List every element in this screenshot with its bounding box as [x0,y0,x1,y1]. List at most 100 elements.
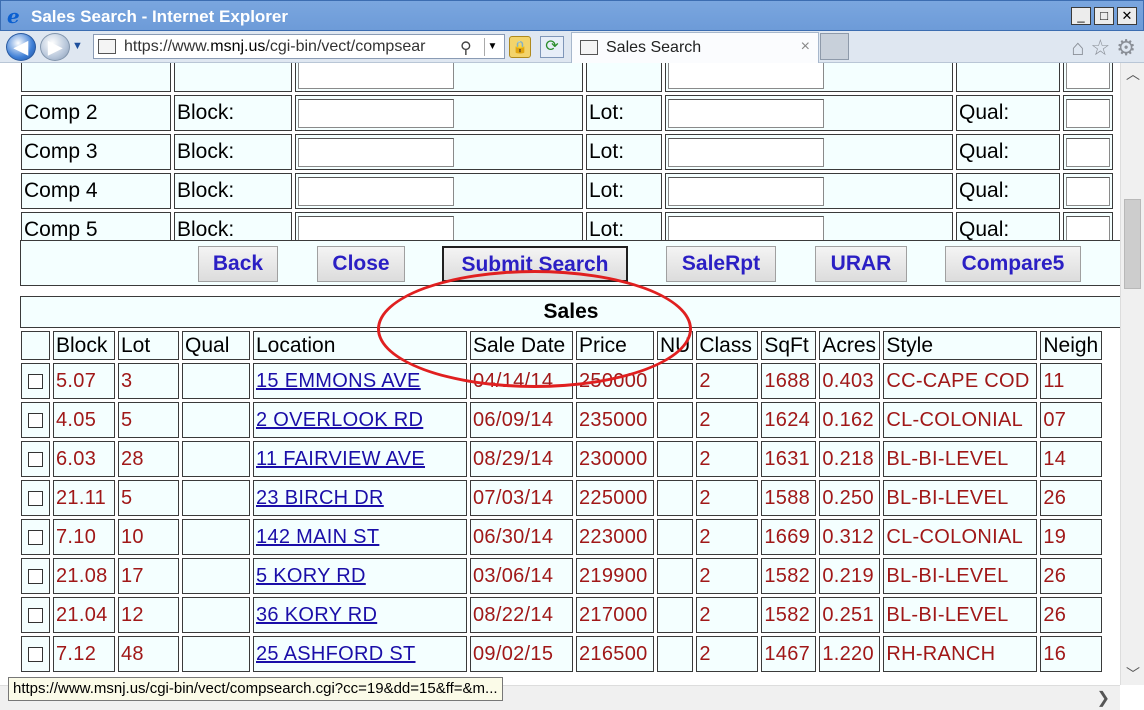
history-dropdown-icon[interactable]: ▼ [72,40,83,52]
address-url[interactable]: https://www.msnj.us/cgi-bin/vect/compsea… [124,38,425,56]
select-cell [21,558,50,594]
back-arrow-icon[interactable]: ◀ [6,33,36,61]
qual-field[interactable] [1066,137,1110,167]
cell-acres: 0.250 [819,480,881,516]
column-header: Sale Date [470,331,573,360]
location-link[interactable]: 23 BIRCH DR [256,487,384,509]
row-checkbox[interactable] [28,490,43,506]
select-cell [21,636,50,672]
cell-class: 2 [696,597,759,633]
location-link[interactable]: 11 FAIRVIEW AVE [256,448,425,470]
cell-lot: 5 [118,402,179,438]
cell-neigh: 26 [1040,558,1103,594]
salerpt-button[interactable]: SaleRpt [666,246,776,282]
qual-field[interactable] [1066,176,1110,206]
cell-sqft: 1688 [761,363,817,399]
vertical-scrollbar[interactable]: ︿ ﹀ [1120,63,1144,685]
search-icon[interactable]: ⚲ [460,38,472,58]
lot-label [586,63,662,92]
tab-close-icon[interactable]: × [801,38,810,56]
cell-block: 21.11 [53,480,115,516]
qual-label [956,63,1060,92]
refresh-icon[interactable]: ⟳ [540,36,564,58]
block-label: Block: [174,134,292,170]
cell-price: 217000 [576,597,654,633]
favorites-star-icon[interactable]: ☆ [1091,35,1111,61]
location-link[interactable]: 2 OVERLOOK RD [256,409,423,431]
lot-field[interactable] [668,137,824,167]
scroll-up-icon[interactable]: ︿ [1121,63,1144,85]
cell-acres: 0.218 [819,441,881,477]
row-checkbox[interactable] [28,568,43,584]
location-link[interactable]: 142 MAIN ST [256,526,379,548]
lot-label: Lot: [586,134,662,170]
location-link[interactable]: 5 KORY RD [256,565,366,587]
gear-icon[interactable]: ⚙ [1116,35,1136,61]
action-button-bar: Back Close Submit Search SaleRpt URAR Co… [20,240,1120,286]
cell-date: 06/30/14 [470,519,573,555]
column-header: Lot [118,331,179,360]
cell-style: BL-BI-LEVEL [883,480,1038,516]
cell-nu [657,363,694,399]
home-icon[interactable]: ⌂ [1071,35,1084,61]
close-window-button[interactable]: ✕ [1117,7,1137,25]
comp-label: Comp 4 [21,173,171,209]
cell-neigh: 26 [1040,480,1103,516]
qual-field[interactable] [1066,63,1110,89]
lot-field[interactable] [668,176,824,206]
cell-date: 04/14/14 [470,363,573,399]
cell-date: 06/09/14 [470,402,573,438]
block-field[interactable] [298,137,454,167]
location-link[interactable]: 15 EMMONS AVE [256,370,421,392]
lock-icon[interactable]: 🔒 [509,36,531,58]
lot-field[interactable] [668,63,824,89]
cell-block: 5.07 [53,363,115,399]
cell-style: BL-BI-LEVEL [883,441,1038,477]
address-dropdown-icon[interactable]: ▼ [484,38,500,56]
window-titlebar: e Sales Search - Internet Explorer _ □ ✕ [0,0,1144,31]
column-header: Location [253,331,467,360]
scroll-thumb[interactable] [1124,199,1141,289]
select-cell [21,402,50,438]
cell-sqft: 1669 [761,519,817,555]
column-header: Neigh [1040,331,1103,360]
cell-class: 2 [696,636,759,672]
submit-search-button[interactable]: Submit Search [442,246,628,282]
row-checkbox[interactable] [28,451,43,467]
location-link[interactable]: 25 ASHFORD ST [256,643,416,665]
compare5-button[interactable]: Compare5 [945,246,1081,282]
close-button[interactable]: Close [317,246,405,282]
block-field[interactable] [298,63,454,89]
urar-button[interactable]: URAR [815,246,907,282]
scroll-right-icon[interactable]: ❯ [1097,688,1110,708]
back-button[interactable]: Back [198,246,278,282]
scroll-down-icon[interactable]: ﹀ [1121,663,1144,685]
tab-page-icon [580,40,598,55]
cell-lot: 12 [118,597,179,633]
cell-acres: 0.162 [819,402,881,438]
sales-header-row: Block Lot Qual Location Sale Date Price … [21,331,1103,360]
row-checkbox[interactable] [28,412,43,428]
cell-qual [182,480,250,516]
cell-class: 2 [696,402,759,438]
row-checkbox[interactable] [28,646,43,662]
lot-field[interactable] [668,98,824,128]
forward-arrow-icon[interactable]: ▶ [40,33,70,61]
row-checkbox[interactable] [28,373,43,389]
minimize-button[interactable]: _ [1071,7,1091,25]
qual-field[interactable] [1066,98,1110,128]
cell-style: CL-COLONIAL [883,519,1038,555]
tab-sales-search[interactable]: Sales Search × [571,32,819,63]
block-field[interactable] [298,176,454,206]
cell-lot: 28 [118,441,179,477]
row-checkbox[interactable] [28,529,43,545]
location-link[interactable]: 36 KORY RD [256,604,377,626]
cell-lot: 48 [118,636,179,672]
maximize-button[interactable]: □ [1094,7,1114,25]
qual-label: Qual: [956,134,1060,170]
address-bar[interactable]: https://www.msnj.us/cgi-bin/vect/compsea… [93,34,505,59]
block-field[interactable] [298,98,454,128]
row-checkbox[interactable] [28,607,43,623]
new-tab-button[interactable] [820,33,849,60]
lot-input-cell [665,63,953,92]
